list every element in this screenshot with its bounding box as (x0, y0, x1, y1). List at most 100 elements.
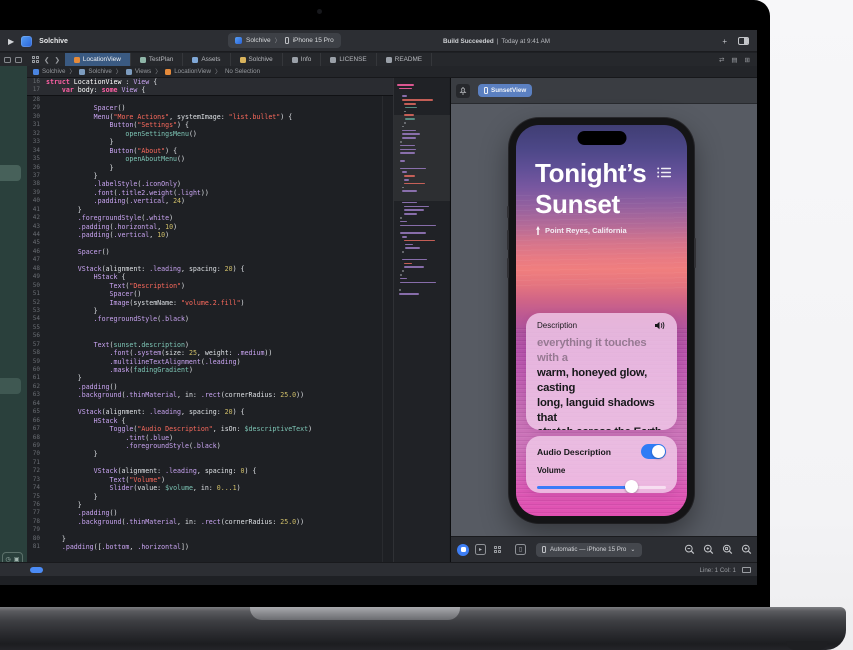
breakpoint-indicator[interactable] (30, 567, 43, 573)
code-line: 77 .padding() (27, 509, 393, 517)
chevron-icon: 〉 (275, 36, 281, 45)
minimap[interactable] (393, 78, 449, 562)
breadcrumb-item[interactable]: Solchive (79, 68, 111, 75)
minimap-line (400, 232, 426, 234)
background-window-strip: ◷ ▣ (0, 66, 27, 576)
minimap-line (405, 118, 414, 120)
folder-icon (79, 69, 85, 75)
speaker-icon[interactable] (655, 321, 666, 330)
breadcrumb-label: Solchive (42, 68, 65, 75)
scheme-device[interactable]: iPhone 15 Pro (293, 37, 334, 44)
minimap-line (400, 225, 435, 227)
pane-icon[interactable] (4, 57, 11, 63)
tab-label: README (395, 56, 422, 63)
tab-license[interactable]: LICENSE (321, 53, 376, 66)
code-line: 17 var body: some View { (27, 86, 393, 94)
line-number: 32 (27, 130, 44, 138)
macbook-base (0, 607, 846, 650)
line-number: 31 (27, 121, 44, 129)
tab-assets[interactable]: Assets (183, 53, 230, 66)
live-preview-button[interactable] (457, 544, 469, 556)
zoom-actual-size-button[interactable] (703, 544, 714, 555)
pin-icon (461, 87, 466, 95)
tab-testplan[interactable]: TestPlan (131, 53, 184, 66)
description-line: long, languid shadows that (537, 396, 666, 426)
background-window-item (0, 165, 21, 181)
editor-grid-icon[interactable] (32, 56, 39, 63)
line-number: 17 (27, 86, 44, 94)
code-line: 54 .foregroundStyle(.black) (27, 315, 393, 323)
zoom-out-button[interactable] (684, 544, 695, 555)
code-line: 62 .padding() (27, 383, 393, 391)
plist-icon (292, 57, 298, 63)
background-window-item (0, 378, 21, 394)
minimap-line (404, 206, 429, 208)
scheme-project[interactable]: Solchive (246, 37, 271, 44)
source-editor[interactable]: 16struct LocationView : View {17 var bod… (27, 78, 450, 562)
line-number: 58 (27, 349, 44, 357)
code-line: 43 .padding(.horizontal, 10) (27, 223, 393, 231)
line-number: 46 (27, 248, 44, 256)
split-editor-icon[interactable]: ⊞ (745, 56, 750, 64)
tab-solchive[interactable]: Solchive (231, 53, 283, 66)
breadcrumb-item[interactable]: Solchive (33, 68, 65, 75)
description-line: stretch across the Earth. The (537, 425, 666, 430)
minimap-line (402, 202, 417, 204)
code-line: 76 } (27, 501, 393, 509)
breadcrumb-item[interactable]: LocationView (165, 68, 211, 75)
zoom-to-fit-button[interactable] (722, 544, 733, 555)
zoom-in-button[interactable] (741, 544, 752, 555)
volume-slider[interactable] (537, 481, 666, 493)
code-line: 59 .multilineTextAlignment(.leading) (27, 358, 393, 366)
editor-options-icon[interactable]: ▤ (731, 56, 737, 64)
volume-up-button (507, 230, 509, 250)
line-number: 38 (27, 180, 44, 188)
line-number: 44 (27, 231, 44, 239)
code-line: 35 openAboutMenu() (27, 155, 393, 163)
run-button[interactable]: ▶ (8, 37, 14, 46)
list-bullet-icon[interactable] (657, 167, 671, 178)
code-line: 49 HStack { (27, 273, 393, 281)
code-lines: 2829 Spacer()30 Menu("More Actions", sys… (27, 96, 393, 552)
line-number: 36 (27, 164, 44, 172)
device-settings-button[interactable]: ▯ (515, 544, 526, 555)
audio-description-label: Audio Description (537, 447, 611, 457)
scheme-selector[interactable]: Solchive 〉 iPhone 15 Pro (228, 33, 341, 48)
swift-file-icon (165, 69, 171, 75)
add-editor-button[interactable]: + (722, 37, 727, 46)
minimap-viewport[interactable] (394, 115, 450, 201)
code-line: 81 .padding([.bottom, .horizontal]) (27, 543, 393, 551)
preview-tab-sunsetview[interactable]: SunsetView (478, 84, 532, 97)
back-button[interactable]: ❮ (44, 56, 49, 64)
inspector-toggle-icon[interactable] (738, 37, 749, 45)
pin-preview-button[interactable] (456, 84, 470, 98)
pane-icon[interactable] (15, 57, 22, 63)
line-number: 51 (27, 290, 44, 298)
line-number: 73 (27, 476, 44, 484)
line-number: 60 (27, 366, 44, 374)
tab-readme[interactable]: README (377, 53, 432, 66)
toolbar: ▶ Solchive Solchive 〉 iPhone 15 Pro Buil… (0, 30, 757, 52)
breadcrumb-item[interactable]: No Selection (225, 68, 260, 75)
minimap-line (405, 247, 420, 249)
power-button (694, 238, 696, 268)
line-number: 79 (27, 526, 44, 534)
lid-scoop (250, 607, 460, 620)
line-number: 49 (27, 273, 44, 281)
audio-description-toggle[interactable] (641, 444, 666, 459)
variants-grid-icon[interactable] (492, 544, 503, 555)
line-number: 47 (27, 256, 44, 264)
slider-knob[interactable] (625, 480, 638, 493)
preview-device-menu[interactable]: Automatic — iPhone 15 Pro ⌄ (536, 543, 642, 557)
code-line: 69 .foregroundStyle(.black) (27, 442, 393, 450)
code-review-icon[interactable]: ⇄ (719, 56, 724, 64)
minimap-line (400, 217, 402, 219)
breadcrumb-item[interactable]: Views (126, 68, 151, 75)
project-icon (240, 57, 246, 63)
app-title-line1: Tonight’s (535, 158, 646, 189)
code-line: 33 } (27, 138, 393, 146)
forward-button[interactable]: ❯ (54, 56, 59, 64)
tab-info[interactable]: Info (283, 53, 322, 66)
selectable-preview-button[interactable]: ▸ (475, 544, 486, 555)
tab-locationview[interactable]: LocationView (65, 53, 131, 66)
